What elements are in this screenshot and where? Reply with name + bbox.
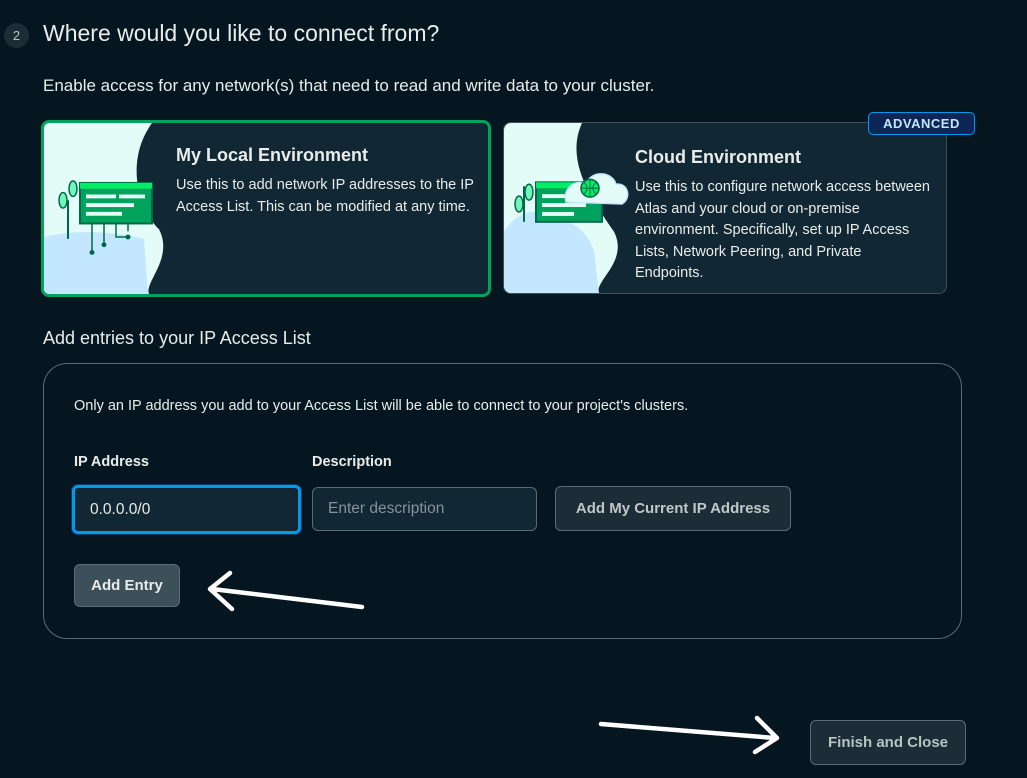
cloud-environment-card[interactable]: Cloud Environment Use this to configure … xyxy=(503,122,947,294)
add-entry-button[interactable]: Add Entry xyxy=(74,564,180,607)
step-number-badge: 2 xyxy=(4,23,29,48)
ip-address-label: IP Address xyxy=(74,454,149,470)
arrow-annotation-add-entry xyxy=(207,570,365,612)
description-input[interactable] xyxy=(312,487,537,531)
local-environment-card[interactable]: My Local Environment Use this to add net… xyxy=(41,120,491,297)
access-list-panel: Only an IP address you add to your Acces… xyxy=(43,363,962,639)
description-label: Description xyxy=(312,454,392,470)
advanced-badge: ADVANCED xyxy=(868,112,975,135)
cloud-environment-description: Use this to configure network access bet… xyxy=(635,179,930,281)
access-list-heading: Add entries to your IP Access List xyxy=(43,328,311,348)
finish-and-close-button[interactable]: Finish and Close xyxy=(810,720,966,765)
section-title: Where would you like to connect from? xyxy=(43,20,440,46)
cloud-environment-title: Cloud Environment xyxy=(635,147,801,167)
section-subtitle: Enable access for any network(s) that ne… xyxy=(43,76,655,95)
arrow-annotation-finish xyxy=(598,715,780,755)
access-list-note: Only an IP address you add to your Acces… xyxy=(74,398,689,414)
add-current-ip-button[interactable]: Add My Current IP Address xyxy=(555,486,791,531)
ip-address-input[interactable] xyxy=(72,485,301,534)
local-environment-description: Use this to add network IP addresses to … xyxy=(176,177,474,215)
local-environment-title: My Local Environment xyxy=(176,145,369,165)
